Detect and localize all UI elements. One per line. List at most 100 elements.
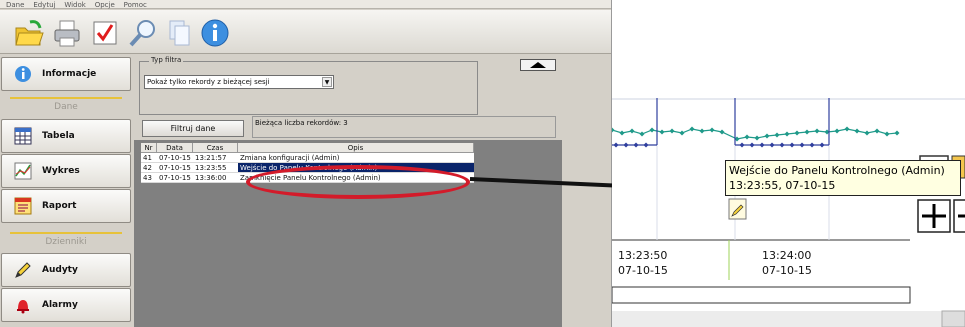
cell-data: 07-10-15 — [159, 174, 191, 182]
chevron-down-icon[interactable]: ▼ — [322, 77, 332, 87]
filter-panel: Typ filtra Pokaż tylko rekordy z bieżące… — [134, 55, 562, 140]
sidebar: Informacje Dane Tabela Wykres Raport Dzi… — [0, 55, 133, 327]
filter-type-legend: Typ filtra — [149, 56, 184, 64]
highlight-ellipse — [246, 165, 470, 199]
menu-opcje[interactable]: Opcje — [95, 2, 115, 9]
series-blue-point — [809, 142, 815, 148]
sidebar-item-raport[interactable]: Raport — [1, 189, 131, 223]
sidebar-item-label: Alarmy — [42, 300, 78, 310]
sidebar-item-audyty[interactable]: Audyty — [1, 253, 131, 287]
series-teal-point — [874, 128, 880, 134]
series-teal — [612, 126, 900, 142]
application-window: Dane Edytuj Widok Opcje Pomoc Informacje — [0, 0, 612, 327]
series-teal-line — [612, 128, 898, 140]
series-teal-point — [764, 133, 770, 139]
info-icon — [12, 65, 34, 83]
alarm-bell-icon — [12, 296, 34, 314]
table-icon — [12, 127, 34, 145]
pencil-icon — [12, 261, 34, 279]
menu-edytuj[interactable]: Edytuj — [33, 2, 55, 9]
series-teal-point — [669, 128, 675, 134]
toolbar — [0, 10, 611, 54]
series-teal-point — [754, 135, 760, 141]
status-box — [941, 310, 965, 327]
sidebar-item-wykres[interactable]: Wykres — [1, 154, 131, 188]
copy-icon[interactable] — [164, 18, 194, 48]
menu-dane[interactable]: Dane — [6, 2, 24, 9]
folder-open-icon[interactable] — [14, 18, 44, 48]
series-teal-point — [894, 130, 900, 136]
series-blue-point — [819, 142, 825, 148]
series-teal-point — [699, 128, 705, 134]
series-teal-point — [814, 128, 820, 134]
checkmark-icon[interactable] — [90, 18, 120, 48]
menu-pomoc[interactable]: Pomoc — [124, 2, 147, 9]
event-tooltip: Wejście do Panelu Kontrolnego (Admin) 13… — [725, 160, 961, 196]
sidebar-item-informacje[interactable]: Informacje — [1, 57, 131, 91]
cell-nr: 41 — [143, 154, 152, 162]
table-row[interactable]: 41 07-10-15 13:21:57 Zmiana konfiguracji… — [141, 153, 474, 163]
cell-czas: 13:36:00 — [195, 174, 227, 182]
status-strip — [612, 311, 965, 327]
series-blue-point — [623, 142, 629, 148]
cell-nr: 42 — [143, 164, 152, 172]
sidebar-item-label: Wykres — [42, 166, 80, 176]
info-icon[interactable] — [200, 18, 230, 48]
triangle-up-icon — [530, 62, 546, 68]
x-tick-date: 07-10-15 — [762, 264, 812, 277]
series-teal-point — [774, 132, 780, 138]
series-teal-point — [719, 129, 725, 135]
series-blue-point — [799, 142, 805, 148]
series-blue-point — [633, 142, 639, 148]
cell-czas: 13:23:55 — [195, 164, 227, 172]
column-header-nr[interactable]: Nr — [141, 143, 157, 152]
record-count: Bieżąca liczba rekordów: 3 — [252, 116, 556, 138]
filter-type-group: Typ filtra Pokaż tylko rekordy z bieżące… — [139, 56, 478, 115]
series-teal-point — [864, 130, 870, 136]
series-teal-point — [679, 130, 685, 136]
series-teal-point — [629, 128, 635, 134]
series-teal-point — [689, 126, 695, 132]
filter-data-button[interactable]: Filtruj dane — [142, 120, 244, 137]
series-teal-point — [884, 131, 890, 137]
cell-nr: 43 — [143, 174, 152, 182]
filter-type-select[interactable]: Pokaż tylko rekordy z bieżącej sesji ▼ — [144, 75, 334, 89]
sidebar-item-alarmy[interactable]: Alarmy — [1, 288, 131, 322]
series-blue-point — [779, 142, 785, 148]
x-tick-time: 13:23:50 — [618, 249, 668, 262]
series-teal-point — [612, 127, 615, 133]
series-blue-point — [789, 142, 795, 148]
series-blue-point — [643, 142, 649, 148]
section-dane: Dane — [10, 97, 122, 112]
series-blue-point — [739, 142, 745, 148]
scroll-track[interactable] — [612, 286, 911, 304]
sidebar-item-label: Raport — [42, 201, 77, 211]
sidebar-item-label: Audyty — [42, 265, 78, 275]
series-teal-point — [804, 129, 810, 135]
series-blue-point — [613, 142, 619, 148]
series-teal-point — [854, 128, 860, 134]
table-header: Nr Data Czas Opis — [141, 143, 474, 153]
series-blue-point — [759, 142, 765, 148]
menu-widok[interactable]: Widok — [64, 2, 86, 9]
collapse-panel-button[interactable] — [520, 59, 556, 71]
series-teal-point — [659, 129, 665, 135]
series-teal-point — [794, 130, 800, 136]
cell-data: 07-10-15 — [159, 154, 191, 162]
sidebar-item-label: Informacje — [42, 69, 97, 79]
series-teal-point — [649, 127, 655, 133]
printer-icon[interactable] — [52, 18, 82, 48]
section-dzienniki: Dzienniki — [10, 232, 122, 247]
cell-czas: 13:21:57 — [195, 154, 227, 162]
search-icon[interactable] — [128, 18, 158, 48]
column-header-opis[interactable]: Opis — [238, 143, 474, 152]
series-teal-point — [844, 126, 850, 132]
sidebar-item-tabela[interactable]: Tabela — [1, 119, 131, 153]
x-tick-date: 07-10-15 — [618, 264, 668, 277]
column-header-data[interactable]: Data — [157, 143, 193, 152]
series-blue-point — [749, 142, 755, 148]
series-blue — [612, 98, 830, 148]
tooltip-title: Wejście do Panelu Kontrolnego (Admin) — [729, 164, 945, 177]
series-teal-point — [639, 131, 645, 137]
column-header-czas[interactable]: Czas — [193, 143, 238, 152]
